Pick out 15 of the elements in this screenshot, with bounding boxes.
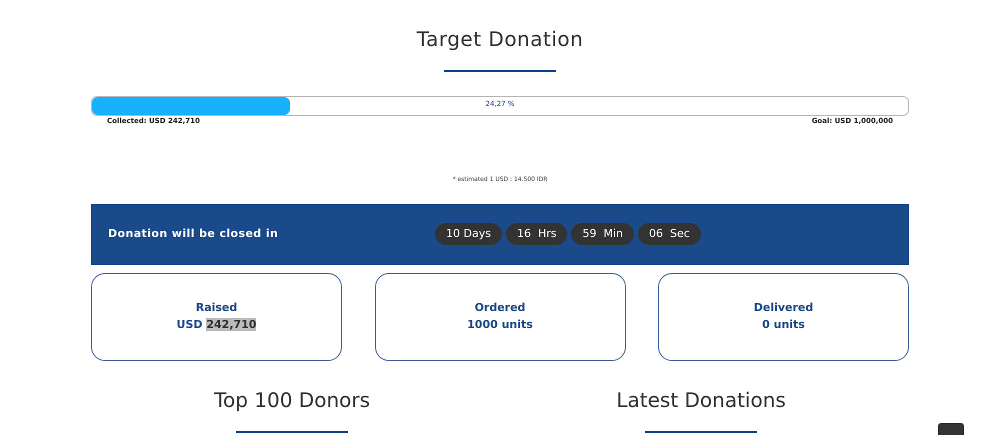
stat-label: Raised [196, 300, 238, 316]
section-title: Target Donation [416, 26, 584, 53]
stat-value: 1000 units [467, 316, 533, 332]
stat-value: 0 units [762, 316, 805, 332]
section-title: Top 100 Donors [214, 388, 370, 412]
countdown-pill: 16 Hrs [506, 222, 568, 246]
stat-label: Delivered [754, 300, 814, 316]
stat-value: USD 242,710 [176, 316, 256, 332]
countdown-pill: 59 Min [571, 222, 634, 246]
countdown-label: Donation will be closed in [108, 226, 278, 240]
section-title: Latest Donations [616, 388, 786, 412]
back-to-top-button[interactable] [938, 423, 964, 435]
countdown-pill: 06 Sec [638, 222, 701, 246]
stat-label: Ordered [474, 300, 526, 316]
countdown-pill: 10 Days [435, 222, 502, 246]
